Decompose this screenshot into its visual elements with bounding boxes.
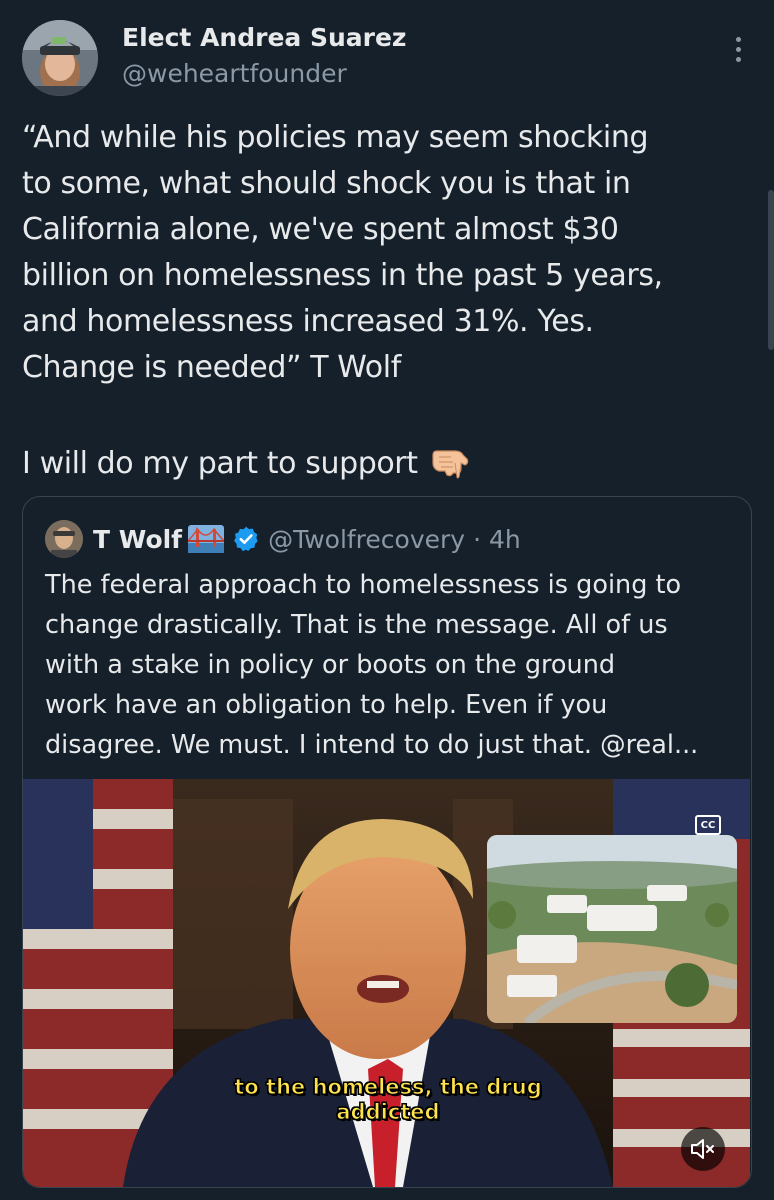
quoted-tweet-card[interactable]: T Wolf @Twolfrecovery · 4h The federal a…	[22, 496, 752, 1188]
tweet-line: billion on homelessness in the past 5 ye…	[22, 258, 663, 293]
scrollbar[interactable]	[768, 190, 774, 350]
quote-line: change drastically. That is the message.…	[45, 610, 668, 640]
quote-author-name[interactable]: T Wolf	[93, 525, 182, 554]
quote-line: work have an obligation to help. Even if…	[45, 690, 608, 720]
muted-speaker-icon[interactable]	[681, 1127, 725, 1171]
quote-line: with a stake in policy or boots on the g…	[45, 650, 616, 680]
author-avatar[interactable]	[22, 20, 98, 96]
author-handle[interactable]: @weheartfounder	[122, 57, 347, 91]
bridge-emoji-icon	[187, 525, 225, 553]
quote-line: The federal approach to homelessness is …	[45, 570, 682, 600]
support-text: I will do my part to support	[22, 446, 418, 481]
quote-header: T Wolf @Twolfrecovery · 4h	[45, 519, 521, 559]
tweet-line: Change is needed” T Wolf	[22, 350, 401, 385]
tweet-line: California alone, we've spent almost $30	[22, 212, 619, 247]
quote-text: The federal approach to homelessness is …	[45, 565, 735, 765]
tweet-text: “And while his policies may seem shockin…	[22, 115, 757, 391]
inset-image	[487, 835, 737, 1023]
verified-badge-icon	[232, 525, 260, 553]
support-line: I will do my part to support	[22, 441, 473, 487]
quote-author-handle[interactable]: @Twolfrecovery	[268, 525, 465, 554]
tweet-line: to some, what should shock you is that i…	[22, 166, 631, 201]
video-player[interactable]: CC to the homeless, the drug addicted	[23, 779, 750, 1187]
pointing-down-icon	[431, 447, 473, 479]
quote-timestamp[interactable]: · 4h	[473, 525, 521, 554]
tweet-line: and homelessness increased 31%. Yes.	[22, 304, 594, 339]
caption-line: to the homeless, the drug	[234, 1075, 542, 1100]
video-caption: to the homeless, the drug addicted	[173, 1075, 603, 1125]
quote-line: disagree. We must. I intend to do just t…	[45, 730, 699, 760]
author-display-name[interactable]: Elect Andrea Suarez	[122, 20, 407, 56]
closed-captions-icon[interactable]: CC	[695, 815, 721, 835]
quote-avatar[interactable]	[45, 520, 83, 558]
more-options-icon[interactable]	[724, 34, 752, 64]
tweet-line: “And while his policies may seem shockin…	[22, 120, 649, 155]
caption-line: addicted	[336, 1100, 440, 1125]
